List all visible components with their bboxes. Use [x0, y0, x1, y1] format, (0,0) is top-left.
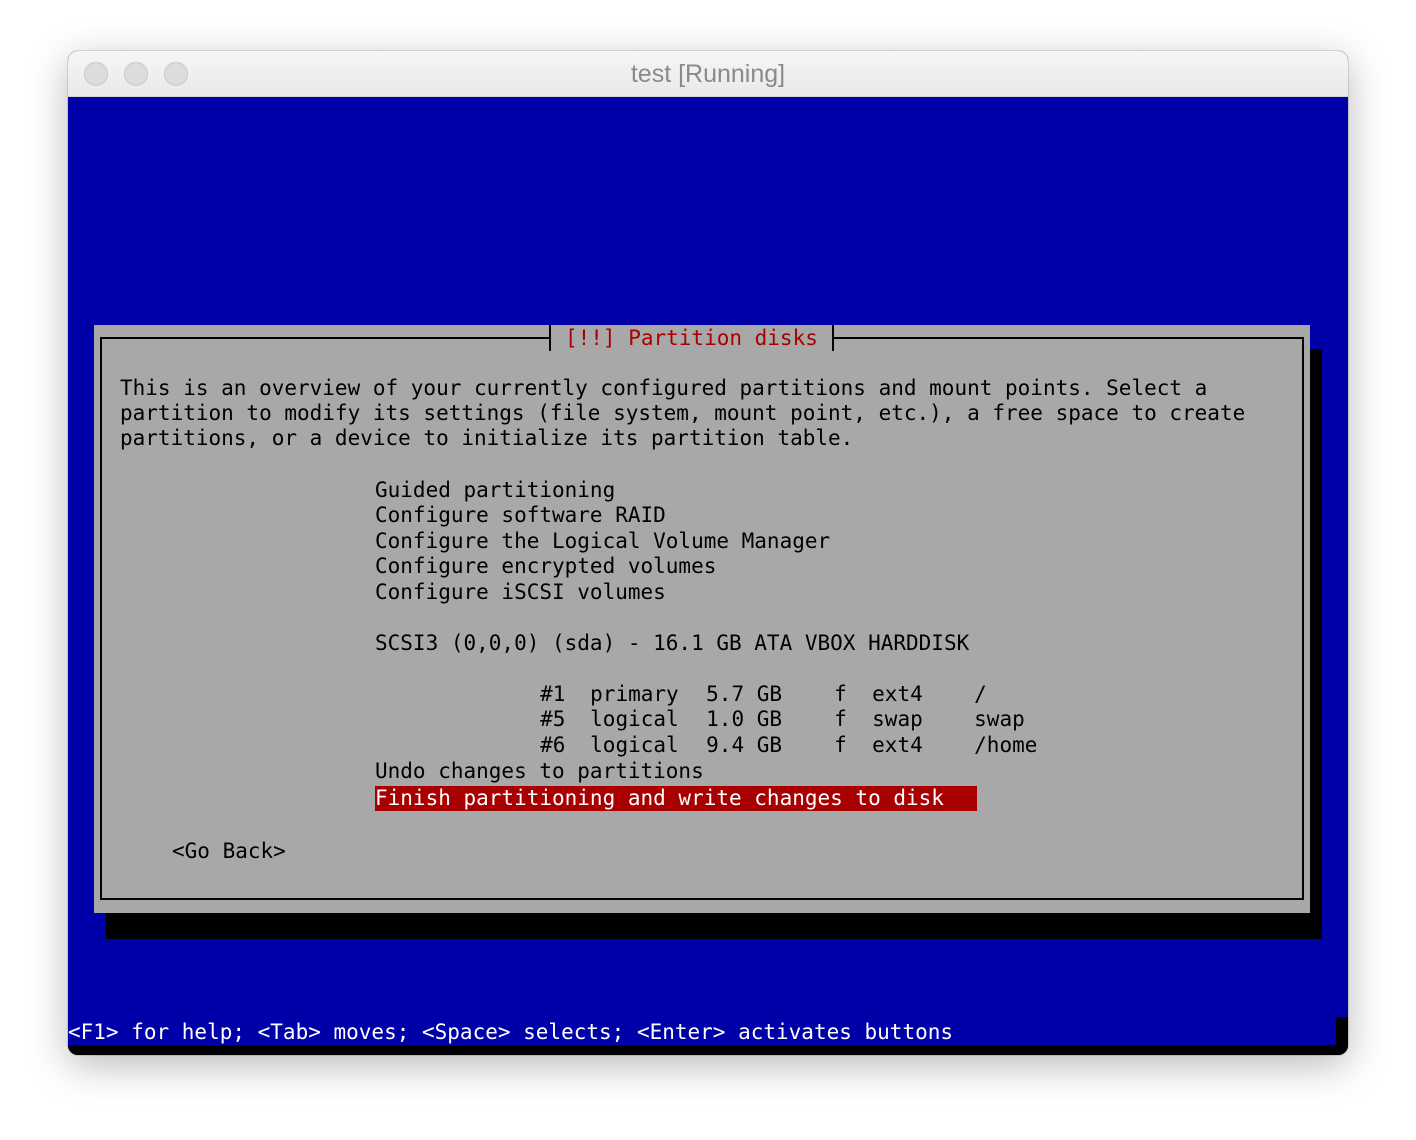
vm-window: test [Running] [!!] Partition disks This…	[68, 51, 1348, 1055]
menu-item-software-raid[interactable]: Configure software RAID	[375, 503, 666, 528]
menu-item-lvm[interactable]: Configure the Logical Volume Manager	[375, 529, 830, 554]
partition-filesystem: ext4	[872, 733, 923, 757]
partition-dialog: [!!] Partition disks This is an overview…	[94, 325, 1310, 913]
description-line: This is an overview of your currently co…	[120, 376, 1208, 400]
menu-item-encrypted-volumes[interactable]: Configure encrypted volumes	[375, 554, 716, 579]
disk-device-item[interactable]: SCSI3 (0,0,0) (sda) - 16.1 GB ATA VBOX H…	[375, 631, 969, 656]
undo-changes-item[interactable]: Undo changes to partitions	[375, 759, 704, 784]
description-line: partition to modify its settings (file s…	[120, 401, 1246, 425]
partition-size: 9.4 GB	[706, 733, 783, 757]
finish-partitioning-item[interactable]: Finish partitioning and write changes to…	[375, 786, 977, 811]
dialog-title: [!!] Partition disks	[549, 325, 834, 351]
partition-number: #6	[540, 733, 566, 757]
menu-item-guided-partitioning[interactable]: Guided partitioning	[375, 478, 615, 503]
partition-type: logical	[590, 733, 679, 757]
menu-item-iscsi-volumes[interactable]: Configure iSCSI volumes	[375, 580, 666, 605]
description-line: partitions, or a device to initialize it…	[120, 426, 854, 450]
help-status-bar: <F1> for help; <Tab> moves; <Space> sele…	[68, 1020, 954, 1044]
screen-bottom-edge	[68, 1045, 1348, 1055]
go-back-button[interactable]: <Go Back>	[172, 839, 286, 864]
partition-mount: /home	[974, 733, 1038, 757]
window-title: test [Running]	[630, 60, 786, 88]
installer-screen: [!!] Partition disks This is an overview…	[68, 97, 1348, 1055]
window-titlebar[interactable]: test [Running]	[68, 51, 1348, 97]
partition-flag: f	[834, 733, 847, 757]
